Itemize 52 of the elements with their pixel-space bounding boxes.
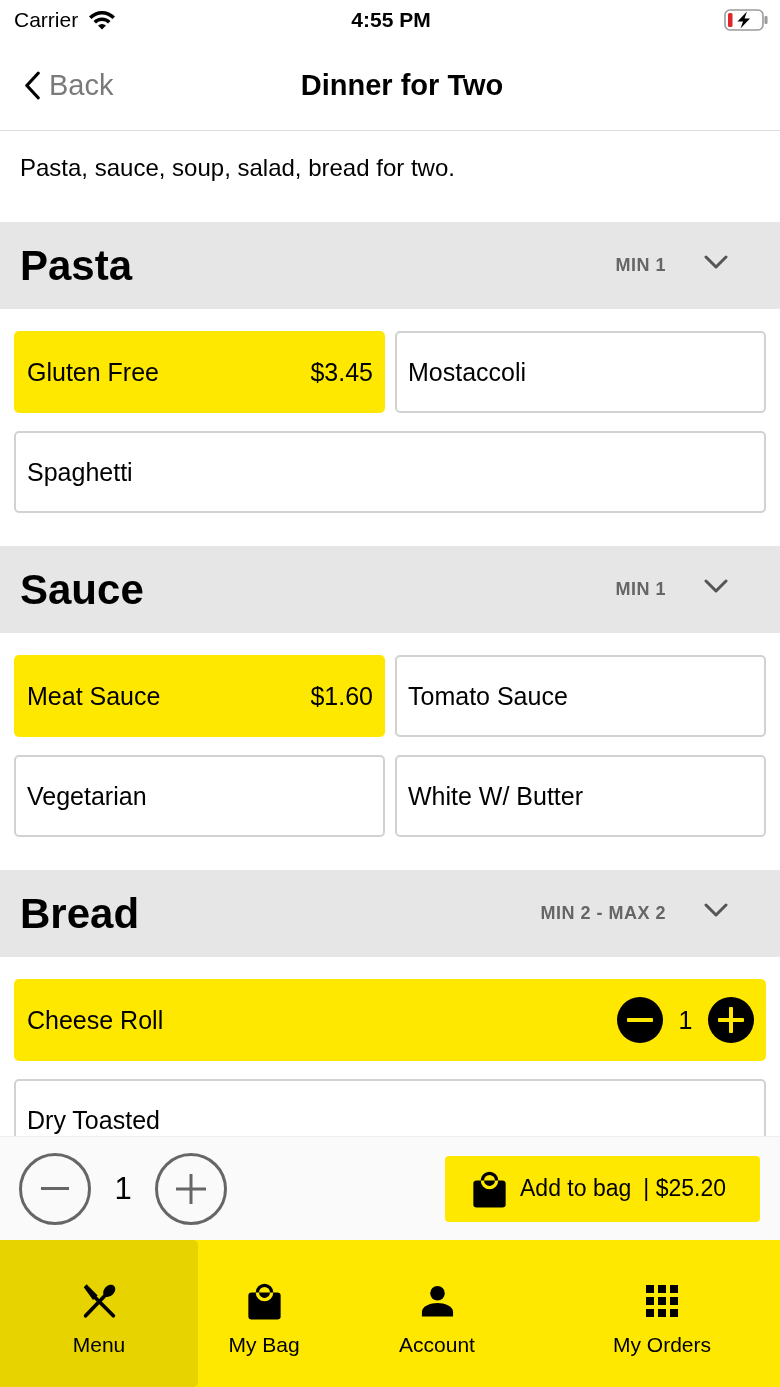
option-name: Mostaccoli xyxy=(408,358,527,386)
tab[interactable]: My Orders xyxy=(544,1240,780,1387)
option-name: Tomato Sauce xyxy=(408,682,568,710)
add-to-bag-button[interactable]: Add to bag | $25.20 xyxy=(445,1155,760,1222)
minus-icon xyxy=(41,1187,69,1190)
option-name: Dry Toasted xyxy=(27,1106,160,1134)
option-price: $3.45 xyxy=(310,358,373,386)
wifi-icon xyxy=(88,10,117,30)
chevron-down-icon[interactable] xyxy=(704,902,728,917)
bag-icon xyxy=(246,1282,282,1320)
status-time: 4:55 PM xyxy=(351,8,431,32)
option-tile[interactable]: Meat Sauce $1.60 xyxy=(14,655,385,737)
increase-button[interactable] xyxy=(708,997,754,1043)
chevron-left-icon xyxy=(24,70,41,100)
option-name: Spaghetti xyxy=(27,458,133,486)
section-title: Pasta xyxy=(20,241,134,290)
option-tile[interactable]: Spaghetti xyxy=(14,431,766,513)
option-price: $1.60 xyxy=(310,682,373,710)
carrier-name: Carrier xyxy=(14,8,79,32)
option-name: Cheese Roll xyxy=(27,1006,164,1034)
option-tile[interactable]: Tomato Sauce xyxy=(395,655,766,737)
option-tile[interactable]: Vegetarian xyxy=(14,755,385,837)
option-name: Vegetarian xyxy=(27,782,147,810)
option-tile[interactable]: Cheese Roll 1 xyxy=(14,979,766,1061)
tab[interactable]: Account xyxy=(330,1240,544,1387)
selection-limit: MIN 2 - MAX 2 xyxy=(540,903,666,924)
section-title: Sauce xyxy=(20,565,145,614)
minus-icon xyxy=(627,1018,653,1022)
back-button[interactable]: Back xyxy=(24,68,114,102)
page-title: Dinner for Two xyxy=(300,68,504,102)
chevron-down-icon[interactable] xyxy=(704,578,728,593)
chevron-down-icon[interactable] xyxy=(704,254,728,269)
option-tile[interactable]: White W/ Butter xyxy=(395,755,766,837)
section-title: Bread xyxy=(20,889,141,938)
bag-icon xyxy=(472,1169,507,1208)
tab[interactable]: My Bag xyxy=(198,1240,330,1387)
option-name: Gluten Free xyxy=(27,358,159,386)
plus-icon xyxy=(176,1173,206,1204)
tab[interactable]: Menu xyxy=(0,1240,198,1387)
meal-description: Pasta, sauce, soup, salad, bread for two. xyxy=(19,153,456,183)
option-tile[interactable]: Mostaccoli xyxy=(395,331,766,413)
option-tile[interactable]: Dry Toasted xyxy=(14,1079,766,1136)
plus-icon xyxy=(718,1007,744,1033)
grid-icon xyxy=(646,1282,678,1320)
order-quantity: 1 xyxy=(113,1170,133,1207)
selection-limit: MIN 1 xyxy=(615,579,666,600)
option-name: White W/ Butter xyxy=(408,782,584,810)
option-quantity: 1 xyxy=(677,1005,694,1035)
selection-limit: MIN 1 xyxy=(615,255,666,276)
decrease-button[interactable] xyxy=(617,997,663,1043)
option-name: Meat Sauce xyxy=(27,682,161,710)
option-tile[interactable]: Gluten Free $3.45 xyxy=(14,331,385,413)
